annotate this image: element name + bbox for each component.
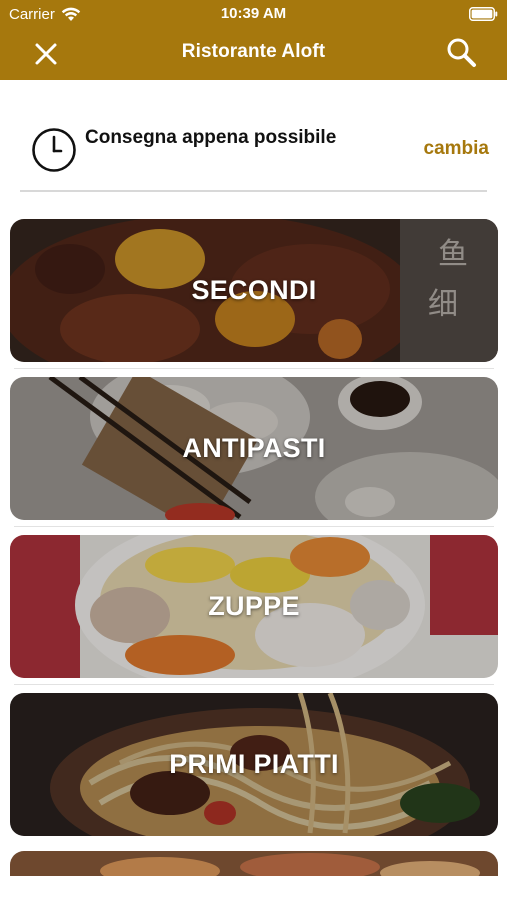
divider	[14, 684, 494, 685]
category-card-partial[interactable]	[10, 851, 498, 877]
category-label: ANTIPASTI	[182, 433, 326, 463]
category-label: ZUPPE	[208, 591, 300, 621]
category-label: SECONDI	[191, 275, 317, 305]
category-label: PRIMI PIATTI	[169, 749, 339, 779]
bottom-spacer	[0, 876, 507, 900]
category-card-secondi[interactable]: 鱼 细 SECONDI	[10, 219, 498, 362]
category-card-primi-piatti[interactable]: PRIMI PIATTI	[10, 693, 498, 836]
category-card-antipasti[interactable]: ANTIPASTI	[10, 377, 498, 520]
divider	[14, 526, 494, 527]
category-image	[10, 851, 498, 877]
divider	[14, 368, 494, 369]
category-list: 鱼 细 SECONDI ANTIPASTI	[0, 0, 507, 900]
category-card-zuppe[interactable]: ZUPPE	[10, 535, 498, 678]
